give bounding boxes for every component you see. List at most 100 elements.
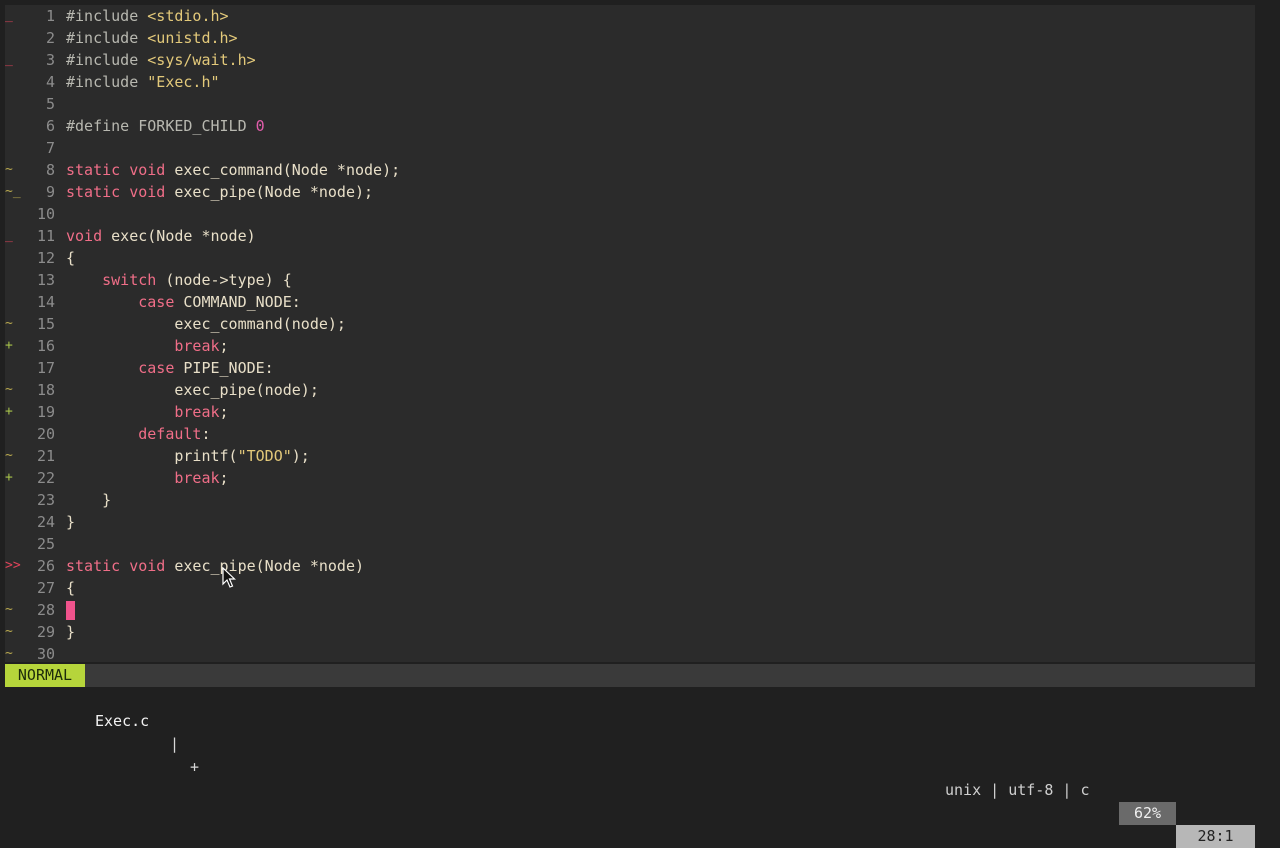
code-token: <stdio.h> — [147, 7, 229, 25]
code-token: static void — [66, 161, 175, 179]
code-token: static void — [66, 183, 175, 201]
line-number: 30 — [36, 645, 55, 662]
code-token: "Exec.h" — [147, 73, 220, 91]
code-token: ; — [219, 469, 229, 487]
code-token: #include — [66, 29, 148, 47]
line-number: 8 — [45, 161, 55, 179]
git-sign: _ — [5, 52, 13, 67]
line-code: default: — [66, 423, 211, 445]
code-token: case — [138, 293, 175, 311]
code-token: #include — [66, 7, 148, 25]
code-token: } — [66, 623, 76, 641]
code-token: ; — [219, 403, 229, 421]
code-line[interactable]: +19 break; — [5, 401, 1255, 423]
line-code: #include <sys/wait.h> — [66, 49, 256, 71]
code-token: break — [174, 403, 220, 421]
code-token: : — [201, 425, 211, 443]
code-token: exec_pipe(Node *node) — [174, 557, 365, 575]
code-token: { — [66, 249, 76, 267]
line-number: 4 — [45, 73, 55, 91]
filename-label: Exec.c — [95, 712, 150, 730]
line-number: 6 — [45, 117, 55, 135]
line-number: 19 — [36, 403, 55, 421]
cursor-position: 28:1 — [1176, 825, 1255, 848]
code-line[interactable]: ~21 printf("TODO"); — [5, 445, 1255, 467]
code-token: void — [66, 227, 112, 245]
code-line[interactable]: 12 { — [5, 247, 1255, 269]
status-separator: | — [170, 735, 180, 753]
code-token: exec_pipe(node); — [174, 381, 319, 399]
line-number: 23 — [36, 491, 55, 509]
line-code: break; — [66, 467, 229, 489]
code-editor[interactable]: _ 1 #include <stdio.h> 2 #include <unistd.h>… — [5, 5, 1255, 662]
code-token: default — [138, 425, 202, 443]
code-line[interactable]: ~18 exec_pipe(node); — [5, 379, 1255, 401]
text-cursor — [66, 601, 75, 620]
git-sign: ~ — [5, 162, 13, 177]
code-line[interactable]: 27 { — [5, 577, 1255, 599]
code-line[interactable]: ~28 — [5, 599, 1255, 621]
line-number: 5 — [45, 95, 55, 113]
git-sign: + — [5, 338, 13, 353]
code-token: PIPE_NODE: — [174, 359, 274, 377]
code-token: break — [174, 469, 220, 487]
git-sign: ~ — [5, 624, 13, 639]
code-token: COMMAND_NODE: — [174, 293, 301, 311]
code-token: ); — [291, 447, 310, 465]
code-token: exec_command(Node *node); — [174, 161, 401, 179]
code-line[interactable]: ~15 exec_command(node); — [5, 313, 1255, 335]
code-line[interactable]: +16 break; — [5, 335, 1255, 357]
mode-indicator: NORMAL — [5, 664, 85, 687]
code-line[interactable]: 5 — [5, 93, 1255, 115]
code-token: switch — [102, 271, 157, 289]
code-line[interactable]: ~30 — [5, 643, 1255, 662]
code-line[interactable]: >> 26 static void exec_pipe(Node *node) — [5, 555, 1255, 577]
code-token: "TODO" — [237, 447, 292, 465]
code-line[interactable]: 25 — [5, 533, 1255, 555]
line-number: 25 — [36, 535, 55, 553]
git-sign: ~_ — [5, 184, 21, 199]
git-sign: ~ — [5, 316, 13, 331]
line-code: } — [66, 489, 111, 511]
code-line[interactable]: +22 break; — [5, 467, 1255, 489]
code-line[interactable]: _ 11 void exec(Node *node) — [5, 225, 1255, 247]
code-line[interactable]: 17 case PIPE_NODE: — [5, 357, 1255, 379]
line-code: { — [66, 247, 75, 269]
line-number: 2 — [45, 29, 55, 47]
code-line[interactable]: 13 switch (node->type) { — [5, 269, 1255, 291]
line-number: 10 — [36, 205, 55, 223]
code-line[interactable]: ~8 static void exec_command(Node *node); — [5, 159, 1255, 181]
code-token: #include — [66, 73, 148, 91]
code-line[interactable]: _ 3 #include <sys/wait.h> — [5, 49, 1255, 71]
line-code: static void exec_command(Node *node); — [66, 159, 400, 181]
line-number: 21 — [36, 447, 55, 465]
code-token: (node->type) { — [156, 271, 292, 289]
code-line[interactable]: 2 #include <unistd.h> — [5, 27, 1255, 49]
git-sign: ~ — [5, 382, 13, 397]
modified-flag: + — [190, 758, 200, 776]
code-line[interactable]: 6 #define FORKED_CHILD 0 — [5, 115, 1255, 137]
line-code: exec_command(node); — [66, 313, 346, 335]
code-line[interactable]: _ 1 #include <stdio.h> — [5, 5, 1255, 27]
code-line[interactable]: 10 — [5, 203, 1255, 225]
code-line[interactable]: 7 — [5, 137, 1255, 159]
code-line[interactable]: 4 #include "Exec.h" — [5, 71, 1255, 93]
code-line[interactable]: 24} — [5, 511, 1255, 533]
git-sign: _ — [5, 8, 13, 23]
code-line[interactable]: ~_ 9 static void exec_pipe(Node *node); — [5, 181, 1255, 203]
line-code: #include <stdio.h> — [66, 5, 229, 27]
code-line[interactable]: ~29} — [5, 621, 1255, 643]
arrow-pointer-icon — [222, 567, 236, 588]
code-line[interactable]: 14 case COMMAND_NODE: — [5, 291, 1255, 313]
code-line[interactable]: 23 } — [5, 489, 1255, 511]
line-number: 26 — [36, 557, 55, 575]
line-code: case COMMAND_NODE: — [66, 291, 301, 313]
code-line[interactable]: 20 default: — [5, 423, 1255, 445]
